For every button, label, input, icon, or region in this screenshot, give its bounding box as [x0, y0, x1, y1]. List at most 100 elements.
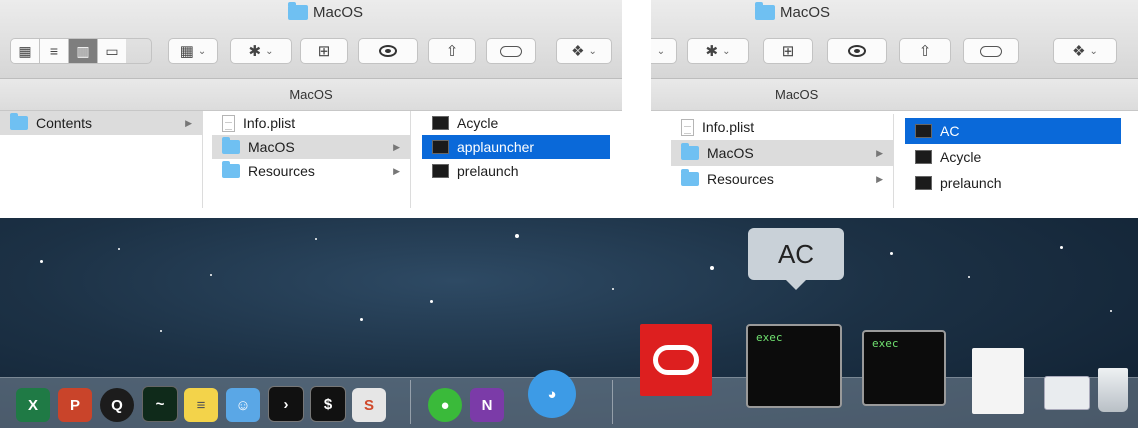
path-bar-label: MacOS — [289, 87, 333, 102]
exec-icon — [432, 140, 449, 154]
exec-icon — [915, 124, 932, 138]
quick-look-button[interactable] — [358, 38, 418, 64]
list-item[interactable]: prelaunch — [422, 159, 610, 183]
dropbox-button[interactable]: ❖ ⌄ — [556, 38, 612, 64]
action-button[interactable]: ✱ ⌄ — [687, 38, 749, 64]
star — [315, 238, 317, 240]
excel-icon[interactable]: X — [16, 388, 50, 422]
view-mode-segmented: ▦ ≡ ▥ ▭ — [10, 38, 152, 64]
creative-cloud-icon[interactable] — [640, 324, 712, 396]
exec-label: exec — [756, 331, 783, 344]
gallery-view-button[interactable]: ▭ — [98, 39, 126, 63]
folder-icon — [222, 137, 240, 154]
item-name: Info.plist — [243, 115, 296, 131]
new-folder-icon: ⊞ — [317, 43, 331, 60]
qq-icon[interactable]: Q — [100, 388, 134, 422]
list-item[interactable]: Info.plist — [212, 111, 410, 135]
item-name: MacOS — [248, 139, 295, 155]
share-button[interactable]: ⇧ — [428, 38, 476, 64]
item-name: Acycle — [457, 115, 499, 131]
item-name: Contents — [36, 115, 93, 131]
list-item[interactable]: Acycle — [905, 144, 1121, 170]
column-1: Info.plist MacOS ▶ Resources ▶ — [671, 114, 894, 208]
finder-toolbar: MacOS ⌄ ✱ ⌄ ⊞ ⇧ ❖ ⌄ — [651, 0, 1138, 79]
exec-icon[interactable]: exec — [862, 330, 946, 406]
icon-view-button[interactable]: ▦ — [11, 39, 40, 63]
new-folder-button[interactable]: ⊞ — [300, 38, 348, 64]
list-item[interactable]: AC — [905, 118, 1121, 144]
list-item[interactable]: MacOS ▶ — [671, 140, 893, 166]
share-icon: ⇧ — [445, 43, 459, 60]
finder-toolbar: MacOS ▦ ≡ ▥ ▭ ▦ ⌄ ✱ ⌄ ⊞ ⇧ ❖ ⌄ — [0, 0, 622, 79]
tags-button[interactable] — [963, 38, 1019, 64]
gear-icon: ✱ — [248, 43, 262, 60]
item-name: Resources — [707, 171, 774, 187]
dropbox-button[interactable]: ❖ ⌄ — [1053, 38, 1117, 64]
disclosure-arrow-icon: ▶ — [876, 173, 883, 184]
path-bar-label: MacOS — [775, 87, 819, 102]
folder-icon — [755, 2, 775, 20]
exec-label: exec — [872, 337, 899, 350]
powerpoint-icon[interactable]: P — [58, 388, 92, 422]
list-item[interactable]: applauncher — [422, 135, 610, 159]
item-name: prelaunch — [940, 175, 1002, 191]
folder-icon — [681, 143, 699, 160]
share-icon: ⇧ — [918, 43, 932, 60]
column-2: Info.plist MacOS ▶ Resources ▶ — [212, 111, 411, 208]
terminal-icon[interactable]: › — [268, 386, 304, 422]
star — [210, 274, 212, 276]
group-button[interactable]: ⌄ — [651, 38, 677, 64]
list-item[interactable]: Acycle — [422, 111, 610, 135]
action-button[interactable]: ✱ ⌄ — [230, 38, 292, 64]
tags-button[interactable] — [486, 38, 536, 64]
chevron-down-icon: ⌄ — [265, 45, 274, 57]
document-icon[interactable] — [972, 348, 1024, 414]
wechat-icon[interactable]: ● — [428, 388, 462, 422]
list-item[interactable]: prelaunch — [905, 170, 1121, 196]
dock-area: AC X P Q ~ ≡ ☺ › $ S ● N ◕ exec exec — [0, 218, 1138, 428]
window-title-text: MacOS — [313, 4, 364, 21]
list-item[interactable]: Contents ▶ — [0, 111, 202, 135]
preview-icon[interactable] — [1044, 376, 1090, 410]
column-2: AC Acycle prelaunch — [905, 118, 1121, 208]
exec-icon — [915, 176, 932, 190]
disclosure-arrow-icon: ▶ — [185, 117, 192, 128]
share-button[interactable]: ⇧ — [899, 38, 951, 64]
terminal-icon[interactable]: $ — [310, 386, 346, 422]
finder-icon[interactable]: ☺ — [226, 388, 260, 422]
chevron-down-icon: ⌄ — [1089, 45, 1098, 57]
exec-icon[interactable]: exec — [746, 324, 842, 408]
eye-icon — [848, 45, 866, 57]
folder-icon — [288, 2, 308, 20]
dock-tooltip-text: AC — [777, 238, 815, 269]
window-title: MacOS — [755, 2, 831, 21]
item-name: applauncher — [457, 139, 535, 155]
star — [515, 234, 519, 238]
list-item[interactable]: Resources ▶ — [671, 166, 893, 192]
item-name: AC — [940, 123, 960, 139]
dock-tooltip: AC — [748, 228, 844, 290]
star — [360, 318, 363, 321]
dingtalk-icon[interactable]: ◕ — [528, 370, 576, 418]
list-item[interactable]: MacOS ▶ — [212, 135, 410, 159]
list-view-button[interactable]: ≡ — [40, 39, 69, 63]
list-item[interactable]: Resources ▶ — [212, 159, 410, 183]
window-title-text: MacOS — [780, 4, 831, 21]
exec-icon — [432, 116, 449, 130]
list-item[interactable]: Info.plist — [671, 114, 893, 140]
trash-icon[interactable] — [1098, 368, 1128, 412]
star — [890, 252, 893, 255]
sublime-icon[interactable]: S — [352, 388, 386, 422]
new-folder-button[interactable]: ⊞ — [763, 38, 813, 64]
group-button[interactable]: ▦ ⌄ — [168, 38, 218, 64]
activity-monitor-icon[interactable]: ~ — [142, 386, 178, 422]
stickies-icon[interactable]: ≡ — [184, 388, 218, 422]
finder-window-left: MacOS ▦ ≡ ▥ ▭ ▦ ⌄ ✱ ⌄ ⊞ ⇧ ❖ ⌄ MacOS Content… — [0, 0, 622, 208]
star — [40, 260, 43, 263]
quick-look-button[interactable] — [827, 38, 887, 64]
chevron-down-icon: ⌄ — [722, 45, 731, 57]
exec-icon — [432, 164, 449, 178]
disclosure-arrow-icon: ▶ — [876, 147, 883, 158]
column-view-button[interactable]: ▥ — [69, 39, 98, 63]
onenote-icon[interactable]: N — [470, 388, 504, 422]
